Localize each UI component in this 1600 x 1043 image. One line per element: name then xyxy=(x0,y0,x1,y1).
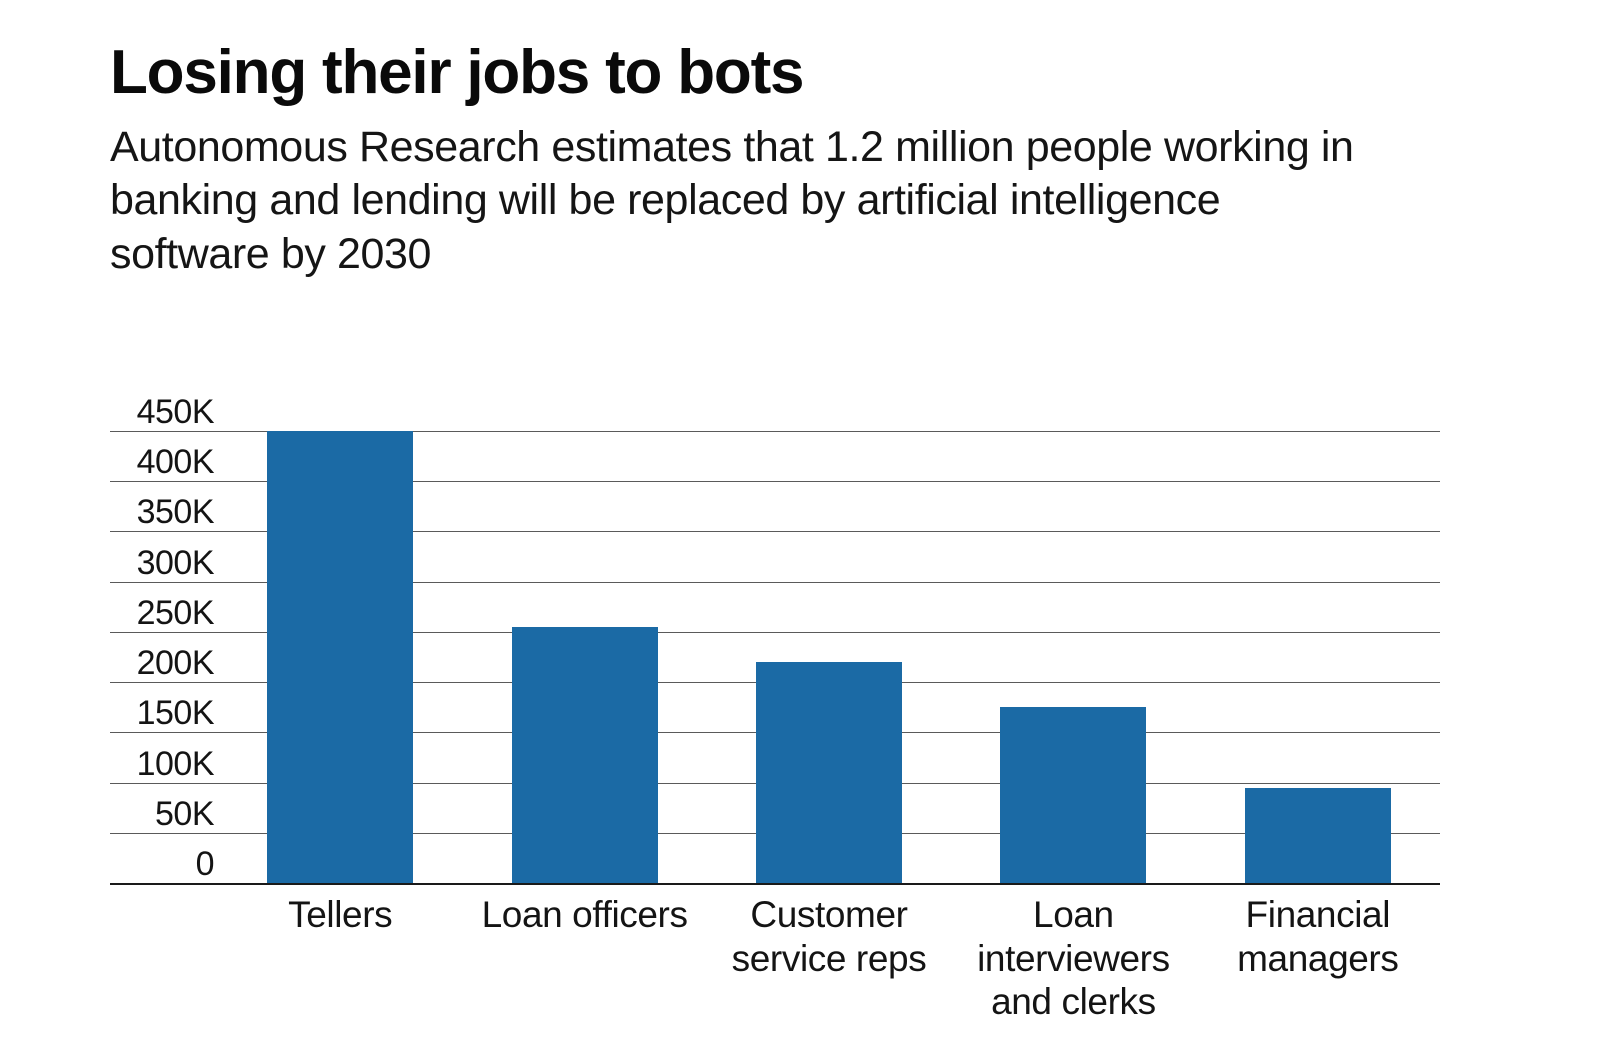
y-axis-tick-mark xyxy=(110,631,218,633)
x-axis-tick-label: Loan officers xyxy=(481,894,688,935)
y-axis-tick-label: 50K xyxy=(155,794,215,833)
x-axis-tick-label: Tellers xyxy=(288,894,393,935)
page-title: Losing their jobs to bots xyxy=(110,38,804,107)
chart-header: Losing their jobs to bots Autonomous Res… xyxy=(110,40,1430,281)
y-axis-tick-label: 100K xyxy=(136,744,215,783)
bar[interactable] xyxy=(1000,707,1147,883)
y-axis-tick-mark xyxy=(110,832,218,834)
x-axis-line xyxy=(110,883,1440,885)
y-axis-tick-mark xyxy=(110,682,218,684)
bar[interactable] xyxy=(511,626,658,883)
y-axis-tick-label: 0 xyxy=(195,845,215,883)
bar[interactable] xyxy=(1244,787,1391,883)
y-axis-tick-labels: 450K 400K 350K 300K 250K 200K 150K 100K 50K 0 xyxy=(108,0,215,1043)
y-axis-tick-mark xyxy=(110,732,218,734)
y-axis-tick-label: 350K xyxy=(136,493,215,532)
y-axis-tick-mark xyxy=(110,782,218,784)
chart-figure: Losing their jobs to bots Autonomous Res… xyxy=(0,0,1600,1043)
x-axis-tick-label: Loan interviewers and clerks xyxy=(977,894,1170,1023)
chart-subtitle: Autonomous Research estimates that 1.2 m… xyxy=(110,123,1354,278)
y-axis-tick-label: 150K xyxy=(136,694,215,733)
y-axis-tick-label: 250K xyxy=(136,593,215,632)
y-axis-tick-label: 450K xyxy=(136,393,215,431)
y-axis-tick-mark xyxy=(110,581,218,583)
x-axis-tick-label: Financial managers xyxy=(1237,894,1399,979)
x-axis-tick-labels: Tellers Loan officers Customer service rep… xyxy=(218,893,1440,1043)
y-axis-tick-label: 200K xyxy=(136,644,215,683)
y-axis-tick-mark xyxy=(110,431,218,432)
bar[interactable] xyxy=(756,662,902,883)
y-axis-tick-label: 300K xyxy=(136,543,215,582)
y-axis-tick-mark xyxy=(110,531,218,533)
y-axis-tick-label: 400K xyxy=(136,443,215,482)
bar[interactable] xyxy=(267,431,414,883)
y-axis-tick-mark xyxy=(110,481,218,483)
bar-series xyxy=(218,431,1440,883)
x-axis-tick-label: Customer service reps xyxy=(731,894,927,979)
